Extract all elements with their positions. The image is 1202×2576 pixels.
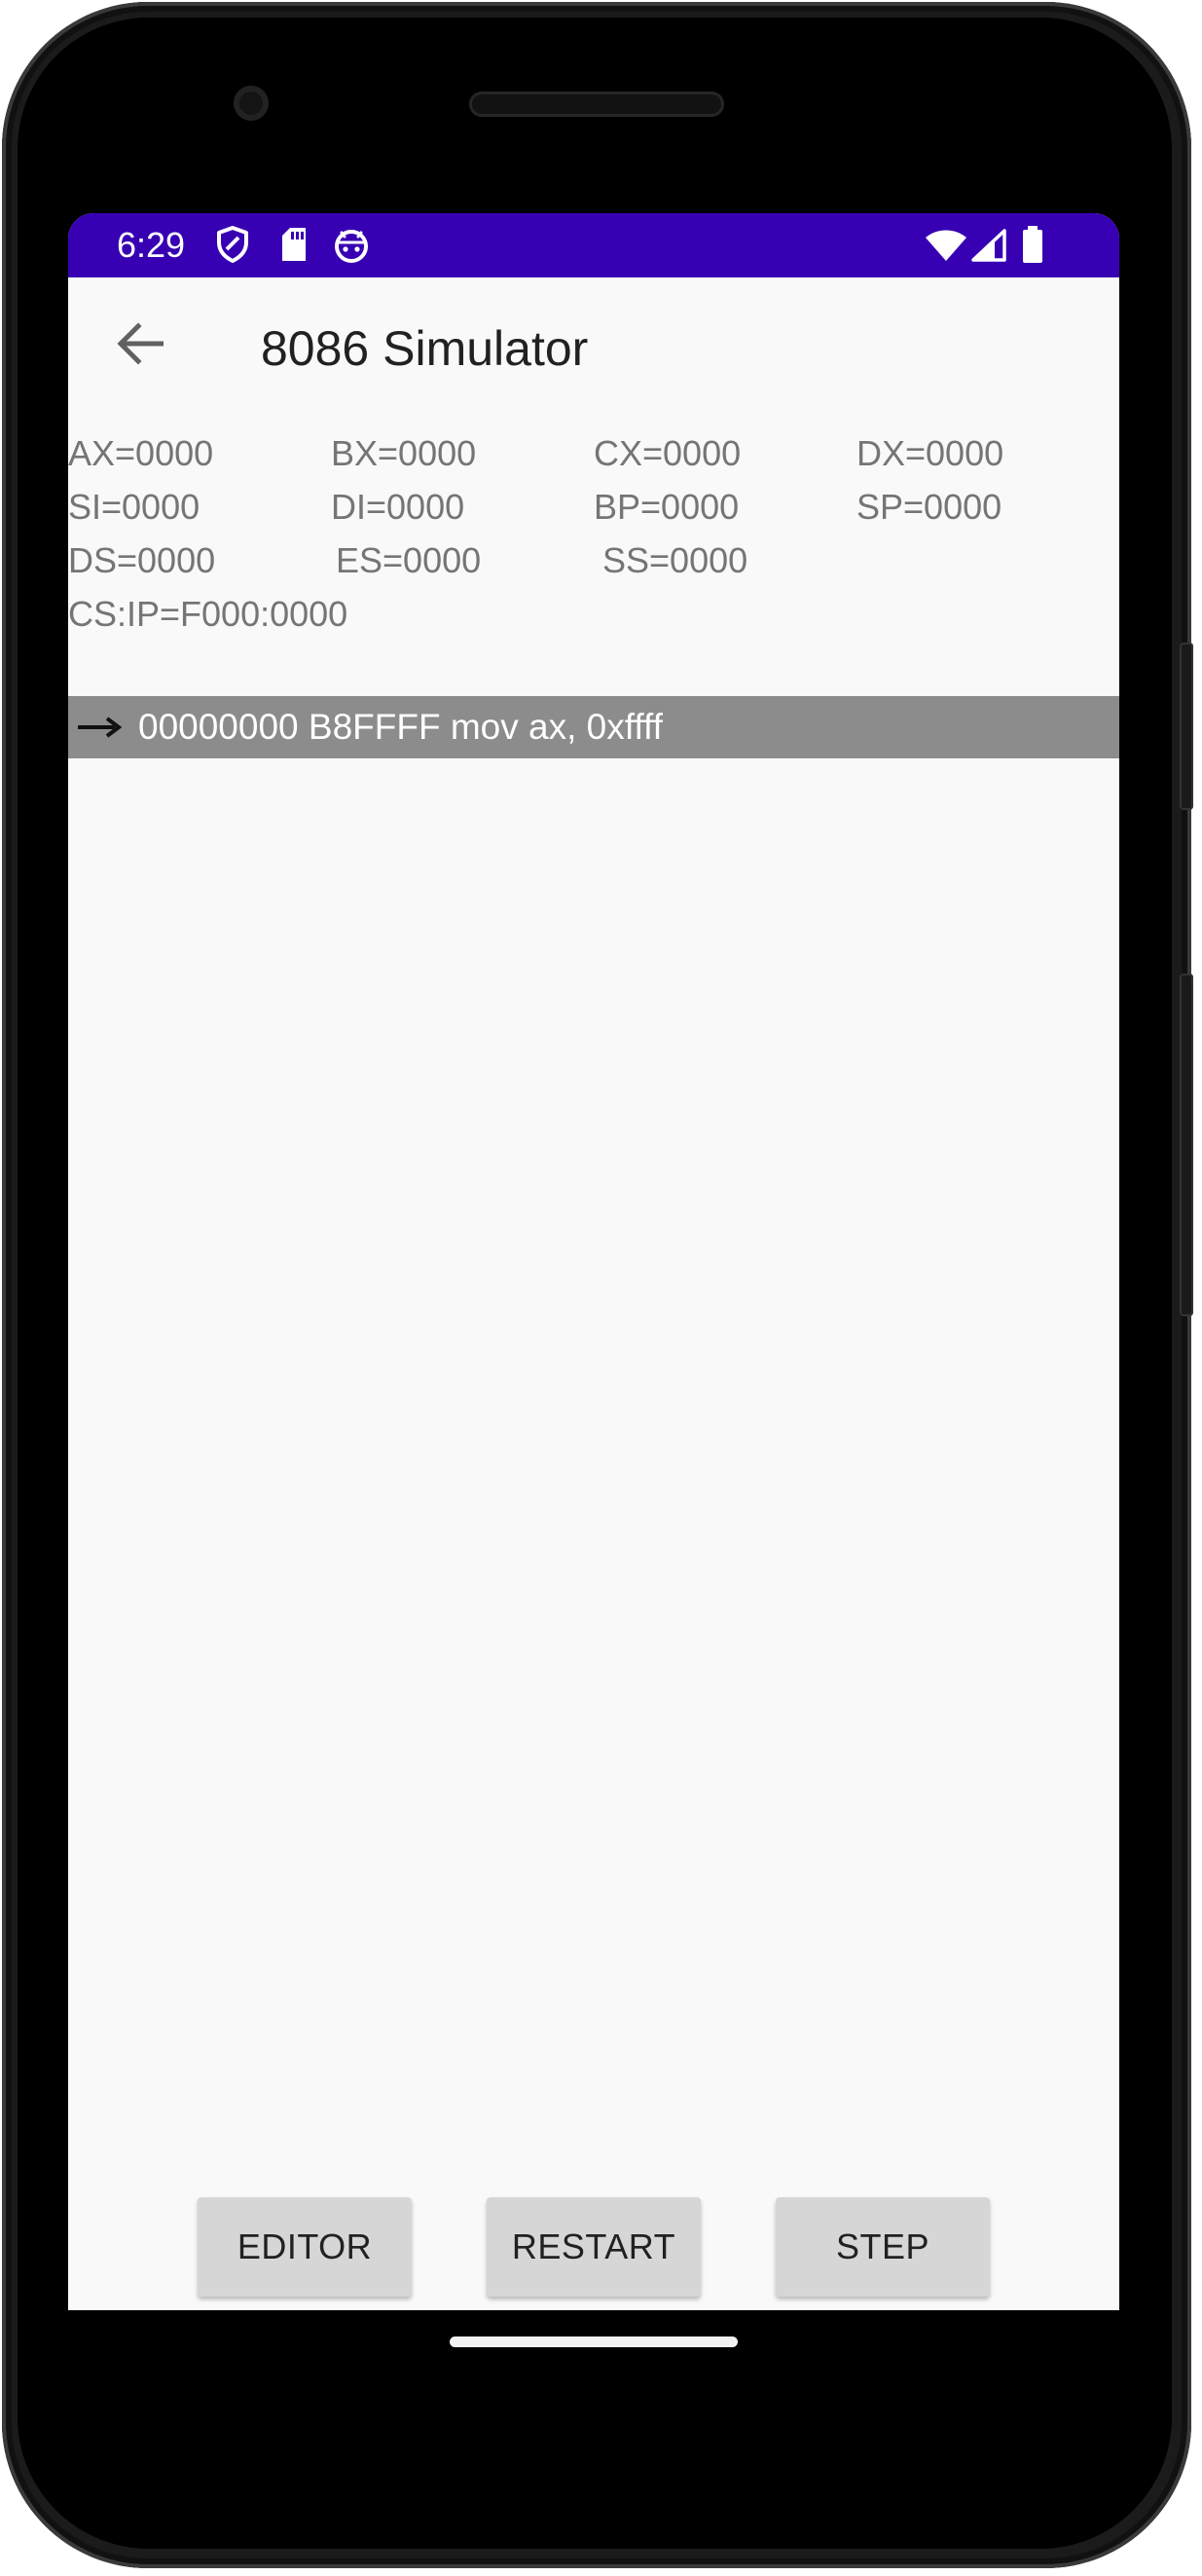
shield-icon bbox=[216, 226, 249, 268]
front-camera bbox=[234, 86, 269, 121]
register-ss: SS=0000 bbox=[602, 540, 748, 580]
home-gesture-bar[interactable] bbox=[450, 2337, 738, 2347]
register-cs-ip: CS:IP=F000:0000 bbox=[68, 594, 348, 634]
device-frame: 6:29 8086 Simulator AX=0000 BX=0000 CX=0… bbox=[0, 0, 1202, 2576]
app-title: 8086 Simulator bbox=[261, 321, 589, 376]
step-button[interactable]: STEP bbox=[776, 2197, 990, 2297]
register-ds: DS=0000 bbox=[68, 540, 216, 580]
cell-signal-icon bbox=[971, 229, 1006, 267]
status-bar: 6:29 bbox=[68, 213, 1119, 277]
long-right-arrow-icon bbox=[74, 710, 123, 745]
battery-icon bbox=[1022, 225, 1043, 269]
register-dx: DX=0000 bbox=[856, 433, 1004, 473]
code-line-text: 00000000 B8FFFF mov ax, 0xffff bbox=[138, 707, 663, 747]
android-face-icon bbox=[333, 228, 370, 268]
register-es: ES=0000 bbox=[336, 540, 482, 580]
editor-button[interactable]: EDITOR bbox=[198, 2197, 412, 2297]
register-cx: CX=0000 bbox=[594, 433, 742, 473]
register-si: SI=0000 bbox=[68, 487, 200, 527]
register-sp: SP=0000 bbox=[856, 487, 1002, 527]
earpiece-speaker bbox=[469, 92, 724, 117]
restart-button[interactable]: RESTART bbox=[487, 2197, 701, 2297]
register-bx: BX=0000 bbox=[331, 433, 477, 473]
wifi-icon bbox=[925, 229, 967, 267]
register-ax: AX=0000 bbox=[68, 433, 214, 473]
power-button bbox=[1180, 643, 1193, 810]
screen: 6:29 8086 Simulator AX=0000 BX=0000 CX=0… bbox=[68, 213, 1119, 2310]
volume-button bbox=[1180, 974, 1193, 1316]
arrow-back-icon bbox=[117, 321, 164, 370]
sd-card-icon bbox=[280, 227, 308, 267]
app-bar: 8086 Simulator bbox=[68, 277, 1119, 428]
register-bp: BP=0000 bbox=[594, 487, 740, 527]
status-time: 6:29 bbox=[117, 225, 186, 265]
register-di: DI=0000 bbox=[331, 487, 465, 527]
back-button[interactable] bbox=[109, 314, 171, 377]
code-line-current[interactable]: 00000000 B8FFFF mov ax, 0xffff bbox=[68, 696, 1119, 758]
